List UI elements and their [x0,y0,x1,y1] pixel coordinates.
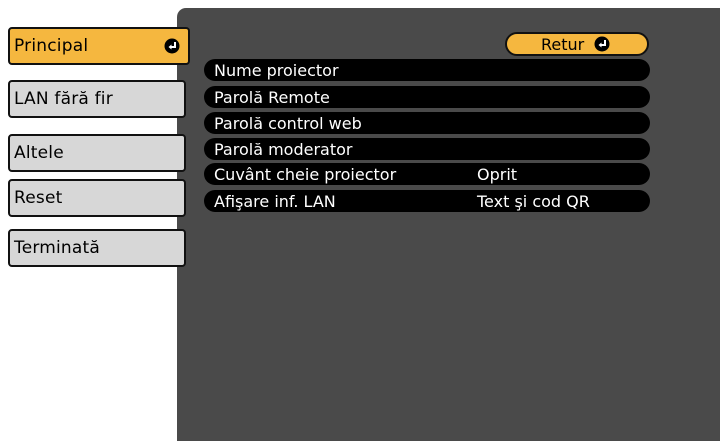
tab-principal[interactable]: Principal [8,27,190,65]
row-value: Text şi cod QR [477,191,590,211]
menu-item-moderator-password[interactable]: Parolă moderator [204,138,650,160]
row-label: Parolă Remote [214,87,330,107]
menu-item-web-control-password[interactable]: Parolă control web [204,112,650,134]
enter-icon [164,38,180,54]
tab-label: Altele [14,143,64,163]
row-label: Parolă moderator [214,139,353,159]
enter-icon [594,36,610,52]
menu-item-projector-name[interactable]: Nume proiector [204,59,650,81]
tab-reset[interactable]: Reset [8,179,186,217]
back-label: Retur [541,34,585,54]
tab-lan-wireless[interactable]: LAN fără fir [8,80,186,118]
tab-label: Reset [14,188,63,208]
menu-item-remote-password[interactable]: Parolă Remote [204,86,650,108]
row-label: Cuvânt cheie proiector [214,164,397,184]
tab-label: Terminată [14,238,101,258]
tab-label: Principal [14,36,89,56]
tab-terminata[interactable]: Terminată [8,229,186,267]
row-label: Parolă control web [214,113,362,133]
back-button[interactable]: Retur [505,32,649,56]
tab-label: LAN fără fir [14,89,113,109]
tab-altele[interactable]: Altele [8,134,186,172]
row-label: Afişare inf. LAN [214,191,336,211]
row-label: Nume proiector [214,60,339,80]
row-value: Oprit [477,164,518,184]
menu-item-display-lan-info[interactable]: Afişare inf. LAN Text şi cod QR [204,190,650,212]
menu-item-projector-keyword[interactable]: Cuvânt cheie proiector Oprit [204,163,650,185]
